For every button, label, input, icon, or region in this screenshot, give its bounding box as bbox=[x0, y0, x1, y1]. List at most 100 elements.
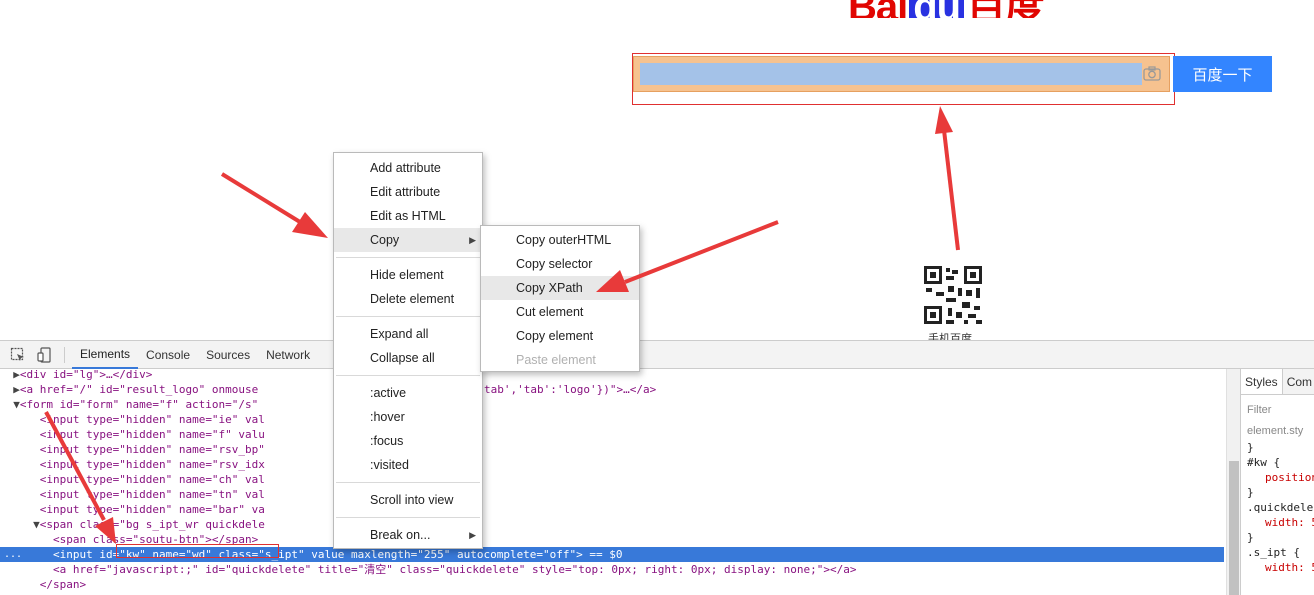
menu-item-add-attribute[interactable]: Add attribute bbox=[334, 156, 482, 180]
menu-separator bbox=[336, 316, 480, 317]
dom-tree[interactable]: ▶<div id="lg">…</div> ▶<a href="/" id="r… bbox=[0, 369, 1226, 595]
inspect-element-icon[interactable] bbox=[10, 347, 26, 363]
styles-filter[interactable]: Filter bbox=[1247, 403, 1271, 418]
tab-computed[interactable]: Com bbox=[1281, 369, 1314, 394]
menu-item-label: Collapse all bbox=[370, 351, 435, 365]
styles-pane: Filter element.sty} #kw {position} .quickd… bbox=[1240, 369, 1314, 595]
menu-item-label: Expand all bbox=[370, 327, 429, 341]
search-input[interactable] bbox=[640, 63, 1142, 85]
copy-submenu: Copy outerHTML Copy selector Copy XPath Cut… bbox=[480, 225, 640, 372]
search-button[interactable]: 百度一下 bbox=[1173, 56, 1272, 92]
dom-line-indent bbox=[0, 473, 40, 486]
web-page: Baidu百度 百度一下 手机百度 bbox=[0, 0, 1314, 345]
menu-item-label: Copy bbox=[370, 233, 400, 247]
menu-item-edit-as-html[interactable]: Edit as HTML bbox=[334, 204, 482, 228]
menu-item-delete-element[interactable]: Delete element bbox=[334, 287, 482, 311]
menu-item-scroll-into-view[interactable]: Scroll into view bbox=[334, 488, 482, 512]
menu-item-copy[interactable]: Copy ▶ bbox=[334, 228, 482, 252]
menu-separator bbox=[336, 482, 480, 483]
dom-line[interactable]: <input type="hidden" name="rsv_bp" bbox=[0, 442, 1224, 457]
dom-line[interactable]: ▼<form id="form" name="f" action="/s" bbox=[0, 397, 1224, 412]
baidu-logo[interactable]: Baidu百度 bbox=[848, 0, 1060, 18]
dom-line-html: <input type="hidden" name="rsv_bp" bbox=[39, 443, 265, 456]
dom-line[interactable]: <input type="hidden" name="ie" val bbox=[0, 412, 1224, 427]
dom-line[interactable]: <input type="hidden" name="bar" va bbox=[0, 502, 1224, 517]
menu-item-label: :visited bbox=[370, 458, 409, 472]
kw-annotation-box bbox=[116, 544, 279, 558]
dom-line-html: <span class="bg s_ipt_wr quickdele bbox=[39, 518, 265, 531]
dom-tree-scrollbar[interactable] bbox=[1226, 369, 1240, 595]
toolbar-divider bbox=[64, 347, 65, 363]
dom-line-indent: ▶ bbox=[0, 369, 20, 381]
tab-sources[interactable]: Sources bbox=[198, 341, 258, 369]
menu-item-break-on[interactable]: Break on... ▶ bbox=[334, 523, 482, 547]
tab-network[interactable]: Network bbox=[258, 341, 318, 369]
dom-line[interactable]: ▼<span class="bg s_ipt_wr quickdele bbox=[0, 517, 1224, 532]
qr-code-icon bbox=[922, 264, 984, 326]
menu-item-visited[interactable]: :visited bbox=[334, 453, 482, 477]
camera-icon[interactable] bbox=[1141, 64, 1163, 84]
style-rule-line: } bbox=[1247, 486, 1254, 499]
submenu-arrow-icon: ▶ bbox=[469, 235, 476, 245]
style-rule-line: } bbox=[1247, 441, 1254, 454]
tab-elements[interactable]: Elements bbox=[72, 341, 139, 369]
menu-item-label: Hide element bbox=[370, 268, 444, 282]
dom-line-html: <input type="hidden" name="tn" val bbox=[39, 488, 265, 501]
style-rule-line: .quickdele bbox=[1247, 501, 1314, 514]
dom-line-html: <input type="hidden" name="bar" va bbox=[39, 503, 265, 516]
dom-line[interactable]: <input type="hidden" name="ch" val bbox=[0, 472, 1224, 487]
tab-styles[interactable]: Styles bbox=[1240, 369, 1282, 394]
dom-line-indent bbox=[0, 503, 40, 516]
style-rule-line: element.sty bbox=[1247, 425, 1304, 437]
submenu-item-copy-xpath[interactable]: Copy XPath bbox=[481, 276, 639, 300]
dom-line[interactable]: <input type="hidden" name="rsv_idx bbox=[0, 457, 1224, 472]
style-rule-line: #kw { bbox=[1247, 456, 1281, 469]
submenu-item-copy-element[interactable]: Copy element bbox=[481, 324, 639, 348]
logo-text-left: Bai bbox=[848, 0, 908, 18]
style-rule-line: } bbox=[1247, 531, 1254, 544]
dom-line-indent: ▼ bbox=[0, 518, 40, 531]
context-menu: Add attribute Edit attribute Edit as HTML C… bbox=[333, 152, 483, 549]
dom-line-html: <div id="lg">…</div> bbox=[19, 369, 153, 381]
devtools-toolbar: Elements Console Sources Network dits bbox=[0, 341, 1314, 369]
dom-line[interactable]: </span> bbox=[0, 577, 1224, 592]
dom-line[interactable]: <input type="hidden" name="f" valu bbox=[0, 427, 1224, 442]
dom-line-indent: ▼ bbox=[0, 398, 20, 411]
dom-line-indent bbox=[0, 563, 53, 576]
menu-item-label: :focus bbox=[370, 434, 404, 448]
dom-line-html: <input type="hidden" name="ie" val bbox=[39, 413, 265, 426]
selected-line-marker: ... bbox=[4, 549, 23, 560]
menu-item-active[interactable]: :active bbox=[334, 381, 482, 405]
submenu-arrow-icon: ▶ bbox=[469, 530, 476, 540]
scrollbar-thumb[interactable] bbox=[1229, 461, 1239, 595]
submenu-item-cut-element[interactable]: Cut element bbox=[481, 300, 639, 324]
style-rule-line: .s_ipt { bbox=[1247, 546, 1300, 559]
submenu-item-copy-outerhtml[interactable]: Copy outerHTML bbox=[481, 228, 639, 252]
style-rule-line: width: 5 bbox=[1265, 561, 1314, 574]
dom-line[interactable]: <a href="javascript:;" id="quickdelete" … bbox=[0, 562, 1224, 577]
menu-item-hover[interactable]: :hover bbox=[334, 405, 482, 429]
dom-line-indent bbox=[0, 428, 40, 441]
menu-item-expand-all[interactable]: Expand all bbox=[334, 322, 482, 346]
dom-line-tail: tab','tab':'logo'})">…</a> bbox=[484, 383, 657, 396]
dom-line[interactable]: ▶<a href="/" id="result_logo" onmouse tab… bbox=[0, 382, 1224, 397]
dom-line-indent bbox=[0, 458, 40, 471]
menu-item-label: Edit attribute bbox=[370, 185, 441, 199]
menu-item-edit-attribute[interactable]: Edit attribute bbox=[334, 180, 482, 204]
tab-console[interactable]: Console bbox=[138, 341, 198, 369]
dom-line-html: <a href="/" id="result_logo" onmouse bbox=[19, 383, 259, 396]
menu-item-label: Delete element bbox=[370, 292, 455, 306]
dom-line-indent: ▶ bbox=[0, 383, 20, 396]
menu-item-collapse-all[interactable]: Collapse all bbox=[334, 346, 482, 370]
menu-item-focus[interactable]: :focus bbox=[334, 429, 482, 453]
devtools-tabs: Elements Console Sources Network bbox=[72, 341, 318, 369]
menu-item-hide-element[interactable]: Hide element bbox=[334, 263, 482, 287]
dom-line[interactable]: <input type="hidden" name="tn" val bbox=[0, 487, 1224, 502]
submenu-item-copy-selector[interactable]: Copy selector bbox=[481, 252, 639, 276]
menu-item-label: Break on... bbox=[370, 528, 431, 542]
submenu-item-paste-element: Paste element bbox=[516, 353, 596, 367]
dom-line-indent bbox=[0, 533, 53, 546]
menu-item-label: Scroll into view bbox=[370, 493, 454, 507]
device-toolbar-icon[interactable] bbox=[36, 347, 52, 363]
menu-item-label: Add attribute bbox=[370, 161, 441, 175]
